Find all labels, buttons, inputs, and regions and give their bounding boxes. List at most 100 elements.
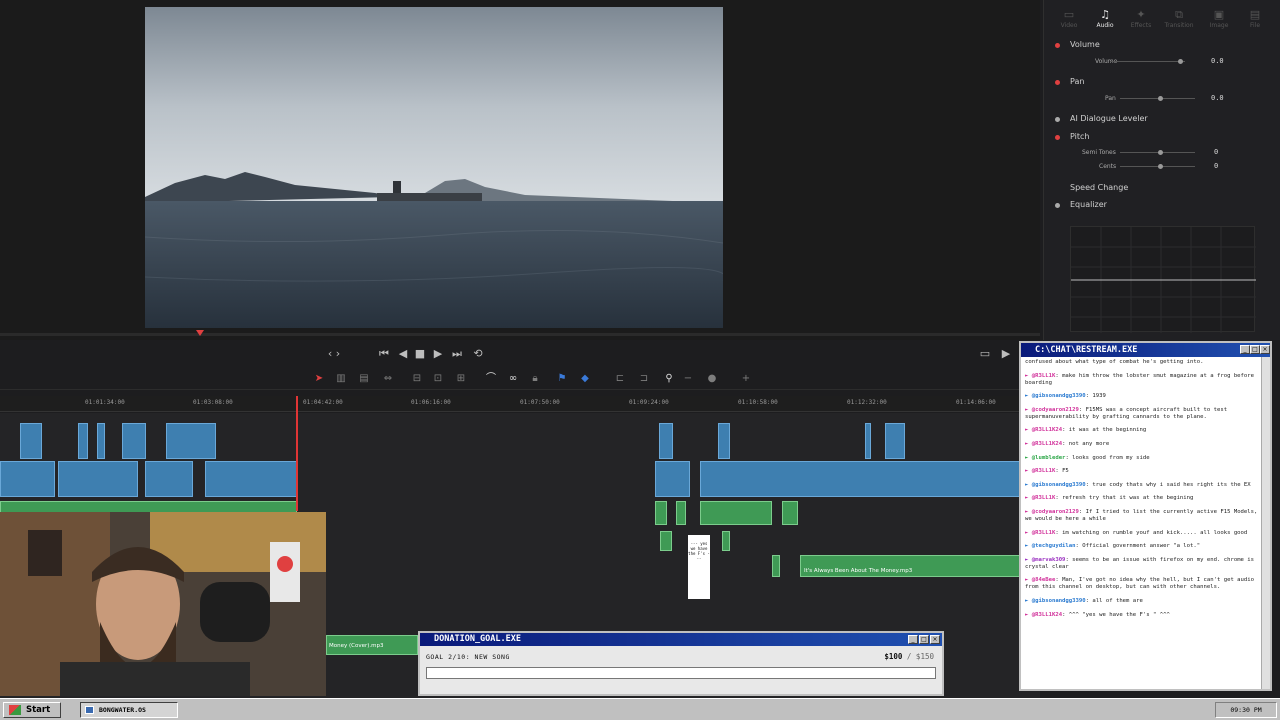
video-clip[interactable] xyxy=(58,461,138,497)
slider-knob[interactable] xyxy=(1178,59,1183,64)
audio-clip[interactable] xyxy=(772,555,780,577)
donation-goal-window[interactable]: DONATION_GOAL.EXE _ □ × GOAL 2/10: NEW S… xyxy=(418,631,944,696)
audio-clip[interactable] xyxy=(700,501,772,525)
start-button[interactable]: Start xyxy=(3,702,61,718)
zoom-icon[interactable]: ⚲ xyxy=(661,371,677,387)
select-tool-icon[interactable]: ➤ xyxy=(311,371,327,387)
chat-username[interactable]: @gibsonandgg3390 xyxy=(1032,482,1086,488)
tab-file[interactable]: ▤ File xyxy=(1238,8,1272,29)
semitones-slider[interactable] xyxy=(1120,150,1195,155)
video-clip[interactable] xyxy=(700,461,1020,497)
insert-clip-icon[interactable]: ⊟ xyxy=(409,371,425,387)
stop-icon[interactable]: ■ xyxy=(412,344,428,364)
video-clip[interactable] xyxy=(718,423,730,459)
volume-section[interactable]: Volume xyxy=(1044,38,1280,54)
enable-dot-icon[interactable] xyxy=(1055,43,1060,48)
video-clip[interactable] xyxy=(78,423,88,459)
enable-dot-icon[interactable] xyxy=(1055,80,1060,85)
chat-username[interactable]: @codyaaron2129 xyxy=(1032,407,1079,413)
music-audio-clip[interactable]: It's Always Been About The Money.mp3 xyxy=(800,555,1020,577)
chat-scrollbar[interactable] xyxy=(1261,357,1270,689)
snapping-icon[interactable]: ⌒ xyxy=(483,371,499,387)
chat-username[interactable]: @R3LL1K24 xyxy=(1032,612,1062,618)
close-button[interactable]: × xyxy=(1260,345,1270,354)
next-frame-icon[interactable]: ▶ xyxy=(998,344,1014,364)
video-clip[interactable] xyxy=(97,423,105,459)
zoom-full-icon[interactable]: ⊏ xyxy=(612,371,628,387)
viewer-playhead-marker[interactable] xyxy=(196,330,204,336)
loop-icon[interactable]: ⟲ xyxy=(470,344,486,364)
timeline-ruler[interactable]: 01:01:34:00 01:03:08:00 01:04:42:00 01:0… xyxy=(0,396,1040,412)
zoom-out-icon[interactable]: − xyxy=(680,371,696,387)
music-audio-clip[interactable]: Money (Cover).mp3 xyxy=(326,635,418,655)
equalizer-graph[interactable] xyxy=(1070,226,1256,333)
flag-icon[interactable]: ⚑ xyxy=(554,371,570,387)
dynamic-trim-icon[interactable]: ⇔ xyxy=(380,371,396,387)
pan-section[interactable]: Pan xyxy=(1044,75,1280,91)
chat-username[interactable]: @R3LL1K xyxy=(1032,373,1056,379)
audio-clip[interactable] xyxy=(676,501,686,525)
slider-knob[interactable] xyxy=(1158,96,1163,101)
video-clip[interactable] xyxy=(122,423,146,459)
chat-username[interactable]: @gibsonandgg3390 xyxy=(1032,393,1086,399)
tab-effects[interactable]: ✦ Effects xyxy=(1124,8,1158,29)
zoom-slider-icon[interactable]: ● xyxy=(704,371,720,387)
video-clip[interactable] xyxy=(166,423,216,459)
chat-username[interactable]: @R3LL1K xyxy=(1032,468,1056,474)
skip-end-icon[interactable]: ⏭ xyxy=(449,344,465,364)
zoom-detail-icon[interactable]: ⊐ xyxy=(636,371,652,387)
tab-audio[interactable]: ♫ Audio xyxy=(1088,8,1122,29)
video-clip[interactable] xyxy=(0,461,55,497)
nav-arrows-icon[interactable]: ‹ › xyxy=(326,344,342,364)
equalizer-section[interactable]: Equalizer xyxy=(1044,198,1280,214)
pan-slider[interactable] xyxy=(1120,96,1195,101)
audio-clip[interactable] xyxy=(782,501,798,525)
play-icon[interactable]: ▶ xyxy=(430,344,446,364)
chat-username[interactable]: @R3LL1K xyxy=(1032,495,1056,501)
trim-tool-icon[interactable]: ▥ xyxy=(333,371,349,387)
taskbar-item[interactable]: BONGWATER.OS xyxy=(80,702,178,718)
chat-username[interactable]: @R3LL1K xyxy=(1032,530,1056,536)
semitones-value[interactable]: 0 xyxy=(1214,148,1218,156)
chat-username[interactable]: @codyaaron2129 xyxy=(1032,509,1079,515)
viewer-scrub-bar[interactable] xyxy=(0,333,1040,336)
lock-icon[interactable]: 🔒︎ xyxy=(527,371,543,387)
chat-username[interactable]: @gibsonandgg3390 xyxy=(1032,598,1086,604)
video-clip[interactable] xyxy=(20,423,42,459)
cents-value[interactable]: 0 xyxy=(1214,162,1218,170)
enable-dot-icon[interactable] xyxy=(1055,135,1060,140)
maximize-button[interactable]: □ xyxy=(919,635,929,644)
tab-transition[interactable]: ⧉ Transition xyxy=(1162,8,1196,29)
maximize-button[interactable]: □ xyxy=(1250,345,1260,354)
minimize-button[interactable]: _ xyxy=(908,635,918,644)
timeline-playhead[interactable] xyxy=(296,396,298,511)
blade-tool-icon[interactable]: ▤ xyxy=(356,371,372,387)
volume-slider[interactable] xyxy=(1110,59,1185,64)
replace-clip-icon[interactable]: ⊞ xyxy=(453,371,469,387)
marker-icon[interactable]: ◆ xyxy=(577,371,593,387)
video-clip[interactable] xyxy=(659,423,673,459)
zoom-in-icon[interactable]: + xyxy=(738,371,754,387)
dialogue-leveler-section[interactable]: AI Dialogue Leveler xyxy=(1044,112,1280,128)
donation-window-title[interactable]: DONATION_GOAL.EXE xyxy=(420,633,942,646)
video-clip[interactable] xyxy=(145,461,193,497)
minimize-button[interactable]: _ xyxy=(1240,345,1250,354)
video-clip[interactable] xyxy=(655,461,690,497)
speed-change-section[interactable]: Speed Change xyxy=(1044,181,1280,197)
volume-value[interactable]: 0.0 xyxy=(1211,57,1224,65)
link-icon[interactable]: ∞ xyxy=(505,371,521,387)
fullscreen-icon[interactable]: ▭ xyxy=(977,344,993,364)
video-clip[interactable] xyxy=(885,423,905,459)
chat-username[interactable]: @84eBee xyxy=(1032,577,1056,583)
chat-window-title[interactable]: C:\CHAT\RESTREAM.EXE xyxy=(1021,343,1270,357)
reverse-icon[interactable]: ◀ xyxy=(395,344,411,364)
close-button[interactable]: × xyxy=(930,635,940,644)
chat-username[interactable]: @R3LL1K24 xyxy=(1032,427,1062,433)
pitch-section[interactable]: Pitch xyxy=(1044,130,1280,146)
chat-window[interactable]: C:\CHAT\RESTREAM.EXE _ □ × confused abou… xyxy=(1019,341,1272,691)
enable-dot-icon[interactable] xyxy=(1055,117,1060,122)
tab-image[interactable]: ▣ Image xyxy=(1202,8,1236,29)
chat-username[interactable]: @lumbleder xyxy=(1032,455,1066,461)
pan-value[interactable]: 0.0 xyxy=(1211,94,1224,102)
subtitle-clip[interactable]: --- yes we have the F's --- xyxy=(688,535,710,599)
